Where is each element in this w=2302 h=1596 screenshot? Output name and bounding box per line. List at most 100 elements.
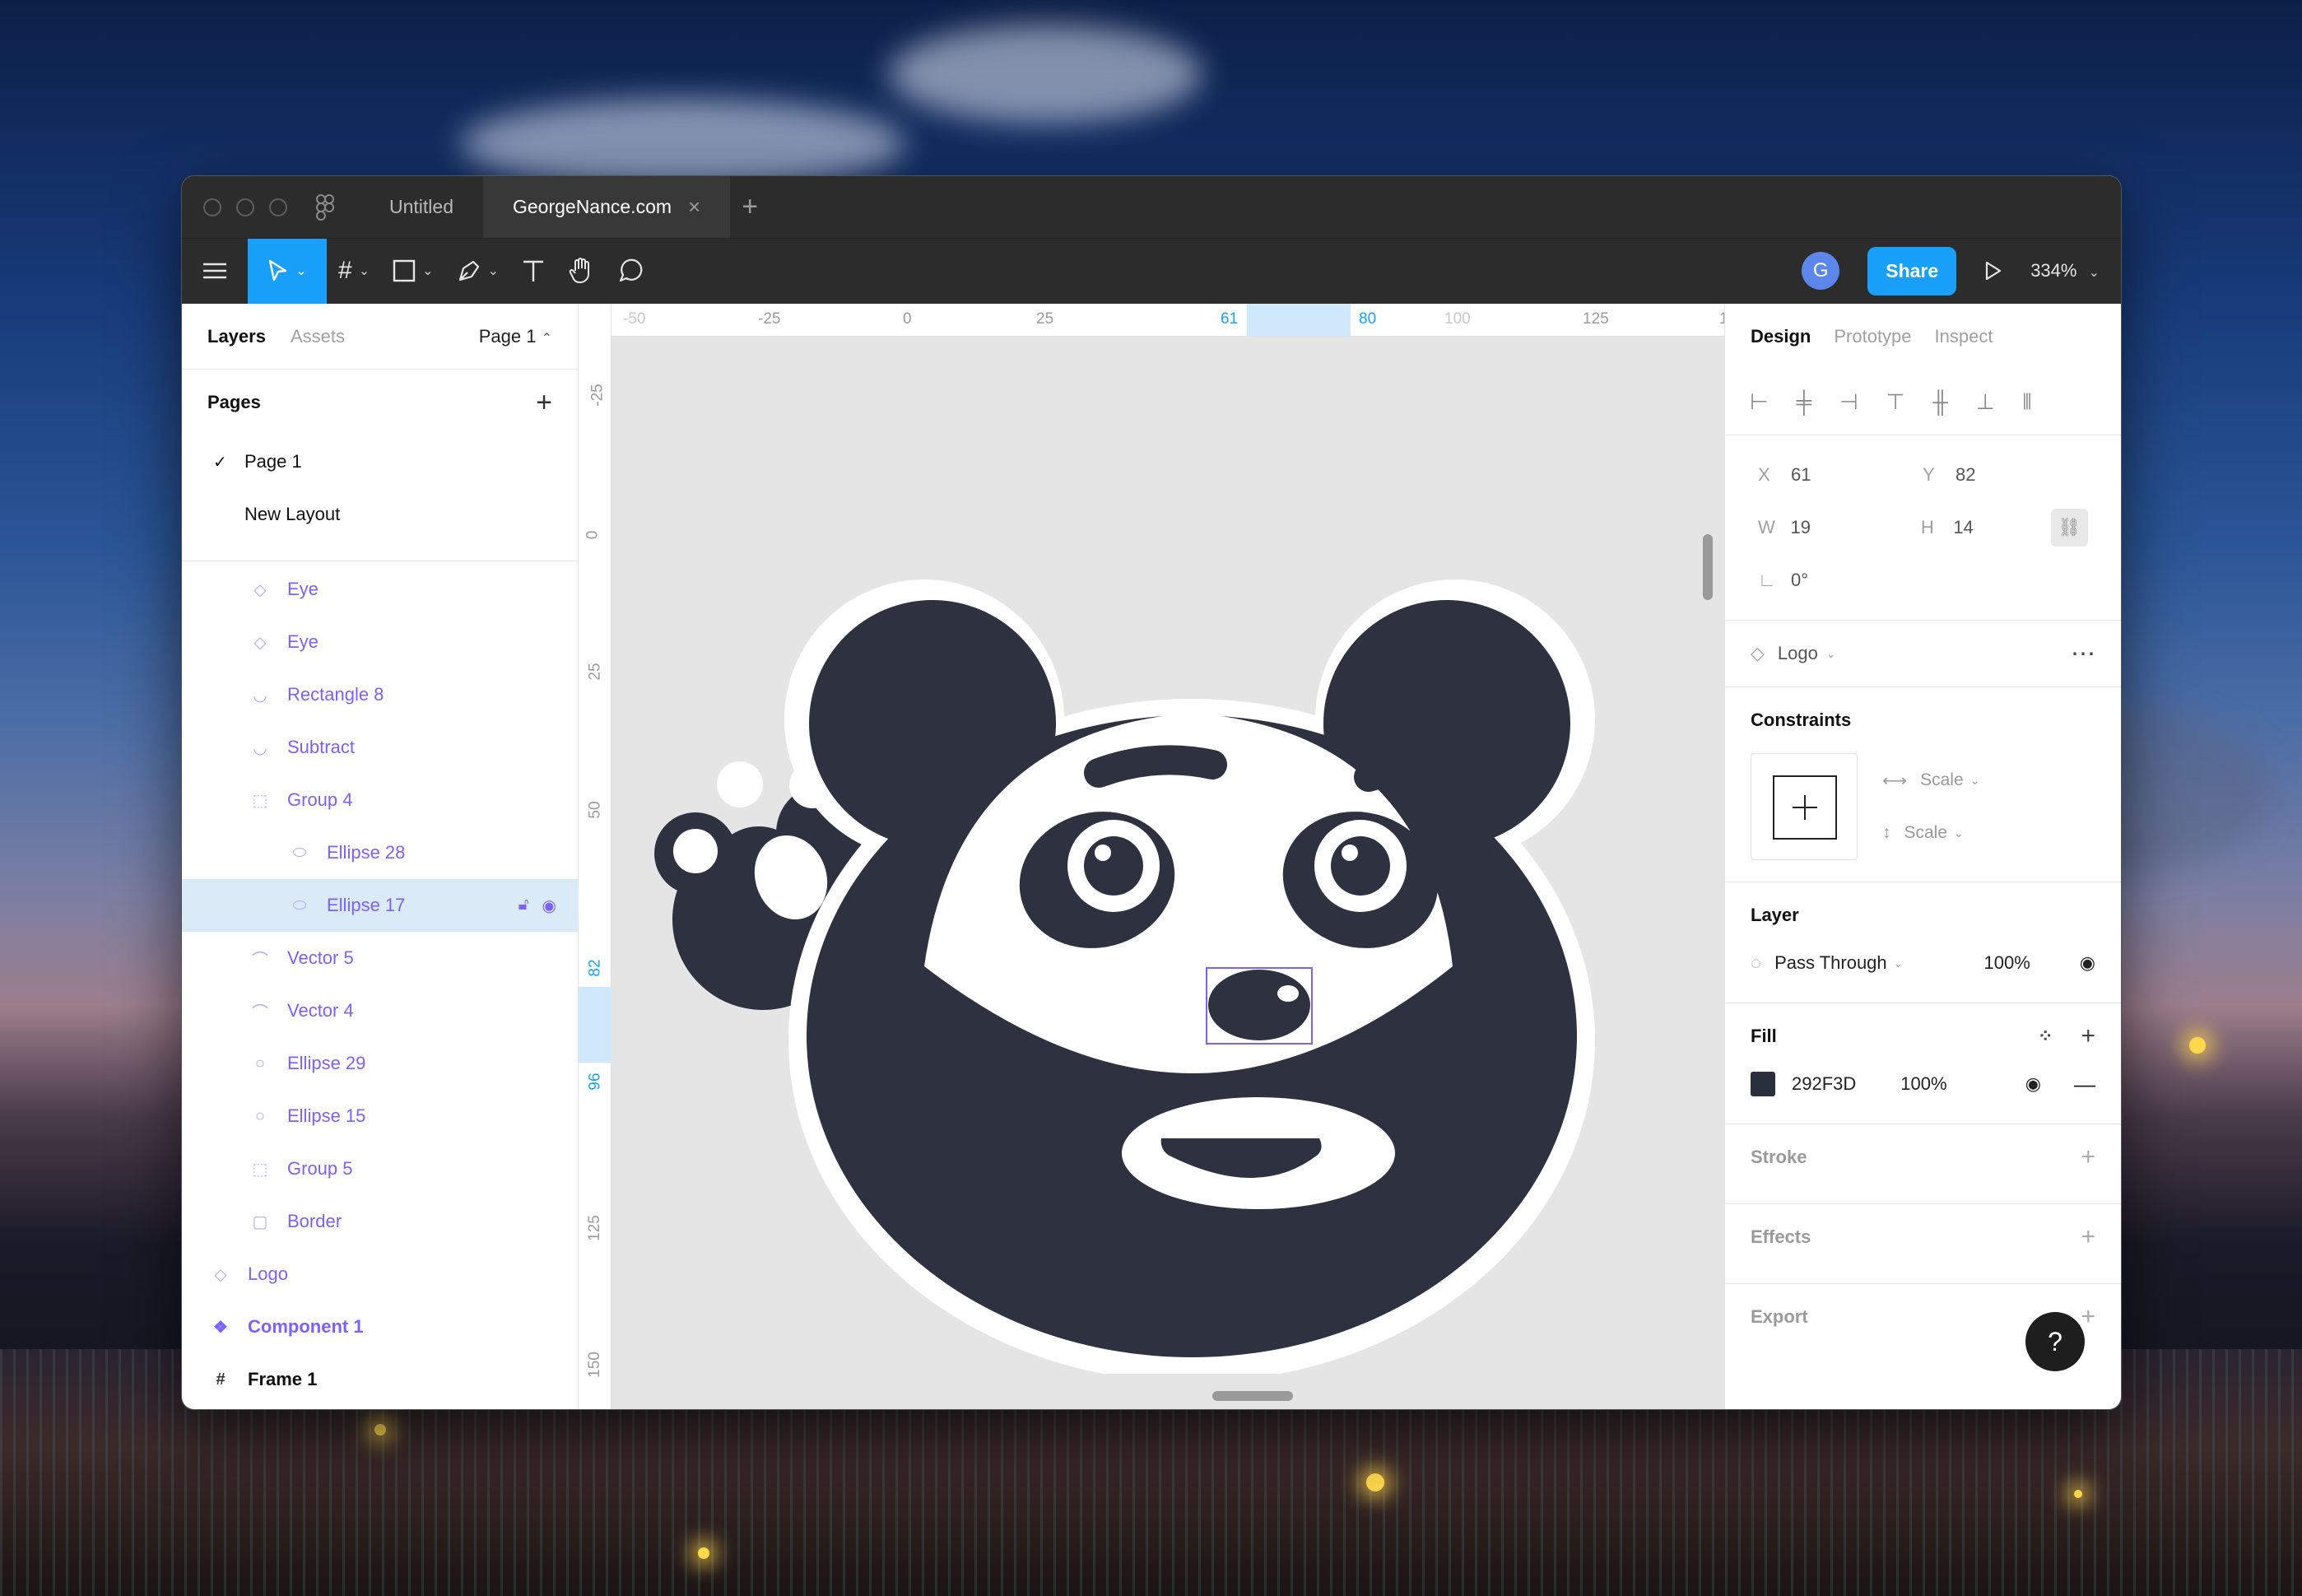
constraints-widget[interactable]: [1751, 753, 1858, 860]
y-label: Y: [1923, 464, 1935, 485]
layer-label: Ellipse 17: [327, 895, 406, 915]
layer-item-eye[interactable]: ◇ Eye: [182, 563, 578, 616]
layer-item-subtract[interactable]: ◡ Subtract: [182, 721, 578, 774]
add-tab-button[interactable]: +: [742, 191, 758, 223]
comment-tool-button[interactable]: [606, 239, 655, 304]
add-export-icon[interactable]: +: [2081, 1303, 2095, 1331]
layer-item-eye[interactable]: ◇ Eye: [182, 616, 578, 668]
add-page-button[interactable]: +: [536, 387, 552, 419]
component-instance-icon: ◇: [214, 1265, 227, 1284]
tab-georgenance[interactable]: GeorgeNance.com ×: [482, 176, 731, 238]
frame-tool-button[interactable]: # ⌄: [327, 239, 381, 304]
styles-grid-icon[interactable]: ⁘: [2038, 1026, 2053, 1047]
add-fill-icon[interactable]: +: [2081, 1022, 2095, 1050]
unlock-icon[interactable]: 🔓︎: [519, 896, 529, 916]
cursor-arrow-icon: [269, 259, 287, 282]
component-name[interactable]: Logo: [1778, 643, 1818, 664]
layer-item-frame-1[interactable]: # Frame 1: [182, 1353, 578, 1406]
tab-untitled[interactable]: Untitled: [360, 176, 483, 238]
layer-actions: 🔓︎ ◉: [519, 896, 556, 916]
align-horizontal-center-icon[interactable]: ╪: [1797, 389, 1811, 415]
minimize-window-button[interactable]: [236, 198, 254, 216]
layer-item-vector-5[interactable]: ⌒ Vector 5: [182, 932, 578, 984]
align-vertical-center-icon[interactable]: ╫: [1932, 389, 1947, 415]
left-panel-tabs: Layers Assets Page 1 ⌃: [182, 304, 578, 370]
title-bar: Untitled GeorgeNance.com × +: [182, 176, 2121, 238]
align-right-icon[interactable]: ⊣: [1839, 389, 1858, 415]
layer-label: Border: [287, 1211, 342, 1231]
tab-inspect[interactable]: Inspect: [1935, 326, 1993, 347]
close-tab-icon[interactable]: ×: [688, 194, 700, 220]
layer-item-ellipse-28[interactable]: ⬭ Ellipse 28: [182, 826, 578, 879]
h-input[interactable]: 14: [1953, 517, 2050, 538]
text-tool-button[interactable]: [510, 239, 556, 304]
tab-design[interactable]: Design: [1751, 326, 1811, 347]
pen-tool-button[interactable]: ⌄: [445, 239, 510, 304]
help-button[interactable]: ?: [2025, 1312, 2085, 1371]
share-button[interactable]: Share: [1867, 246, 1957, 295]
add-effect-icon[interactable]: +: [2081, 1223, 2095, 1251]
move-tool-button[interactable]: ⌄: [248, 238, 327, 304]
align-bottom-icon[interactable]: ⊥: [1976, 389, 1995, 415]
layer-item-rectangle-8[interactable]: ◡ Rectangle 8: [182, 668, 578, 721]
hand-tool-button[interactable]: [556, 239, 606, 304]
avatar[interactable]: G: [1802, 252, 1840, 290]
panda-logo[interactable]: [784, 579, 1595, 1374]
zoom-dropdown[interactable]: 334% ⌄: [2030, 260, 2100, 282]
add-stroke-icon[interactable]: +: [2081, 1143, 2095, 1171]
main-menu-button[interactable]: [182, 239, 248, 304]
x-input[interactable]: 61: [1791, 464, 1890, 486]
close-window-button[interactable]: [203, 198, 221, 216]
layer-label: Logo: [248, 1263, 288, 1284]
chevron-down-icon: ⌄: [1825, 646, 1836, 660]
fill-opacity-input[interactable]: 100%: [1900, 1073, 1946, 1095]
more-options-icon[interactable]: ⋯: [2071, 640, 2095, 668]
rotation-input[interactable]: 0°: [1791, 570, 1890, 591]
remove-fill-icon[interactable]: —: [2074, 1072, 2095, 1097]
effects-heading: Effects: [1751, 1226, 1811, 1247]
eye-visibility-icon[interactable]: ◉: [2080, 952, 2095, 974]
page-item-new-layout[interactable]: New Layout: [182, 488, 578, 541]
eye-visibility-icon[interactable]: ◉: [542, 896, 556, 916]
tab-assets[interactable]: Assets: [291, 326, 345, 347]
align-left-icon[interactable]: ⊢: [1750, 389, 1769, 415]
align-top-icon[interactable]: ⊤: [1886, 389, 1905, 415]
shape-tool-button[interactable]: ⌄: [381, 239, 444, 304]
component-instance-icon: ◇: [253, 580, 267, 599]
horizontal-scrollbar[interactable]: [1212, 1391, 1293, 1401]
tab-layers[interactable]: Layers: [207, 326, 266, 347]
canvas[interactable]: -50 -25 0 25 61 80 100 125 1 -25 0 25 50…: [579, 304, 1724, 1409]
vertical-constraint-dropdown[interactable]: ↕ Scale ⌄: [1882, 807, 1979, 859]
layer-item-group-4[interactable]: ⬚ Group 4: [182, 774, 578, 826]
present-play-icon[interactable]: [1984, 260, 2002, 282]
page-selector[interactable]: Page 1 ⌃: [479, 326, 552, 347]
horizontal-constraint-dropdown[interactable]: ⟷ Scale ⌄: [1882, 754, 1979, 807]
layer-item-ellipse-17[interactable]: ⬭ Ellipse 17 🔓︎ ◉: [182, 879, 578, 932]
tab-prototype[interactable]: Prototype: [1834, 326, 1911, 347]
layer-item-border[interactable]: ▢ Border: [182, 1195, 578, 1248]
y-input[interactable]: 82: [1956, 464, 2054, 486]
layer-label: Group 5: [287, 1158, 353, 1179]
layer-item-component-1[interactable]: ❖ Component 1: [182, 1301, 578, 1353]
fill-color-swatch[interactable]: [1751, 1072, 1775, 1096]
blend-mode-dropdown[interactable]: Pass Through: [1774, 952, 1887, 974]
constrain-proportions-icon[interactable]: ⛓: [2050, 509, 2088, 547]
vertical-scrollbar[interactable]: [1703, 534, 1713, 600]
layer-item-vector-4[interactable]: ⌒ Vector 4: [182, 984, 578, 1037]
layer-item-ellipse-15[interactable]: ○ Ellipse 15: [182, 1090, 578, 1142]
zoom-window-button[interactable]: [269, 198, 287, 216]
layer-item-logo[interactable]: ◇ Logo: [182, 1248, 578, 1301]
figma-logo-icon[interactable]: [315, 193, 335, 221]
layer-item-ellipse-29[interactable]: ○ Ellipse 29: [182, 1037, 578, 1090]
fill-hex-input[interactable]: 292F3D: [1792, 1073, 1856, 1095]
layer-label: Vector 4: [287, 1000, 354, 1021]
layer-label: Rectangle 8: [287, 684, 384, 705]
w-input[interactable]: 19: [1790, 517, 1887, 538]
ellipse-icon: ○: [254, 1106, 266, 1125]
page-item-page-1[interactable]: ✓ Page 1: [182, 435, 578, 488]
pages-header: Pages +: [182, 370, 578, 435]
eye-visibility-icon[interactable]: ◉: [2025, 1073, 2041, 1095]
layer-item-group-5[interactable]: ⬚ Group 5: [182, 1142, 578, 1195]
layer-opacity-input[interactable]: 100%: [1984, 952, 2030, 974]
distribute-icon[interactable]: ⫴: [2022, 389, 2031, 416]
